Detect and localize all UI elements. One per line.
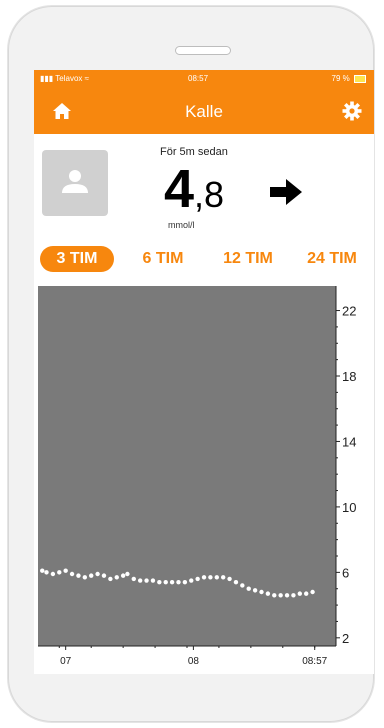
data-point (214, 575, 219, 580)
data-point (137, 578, 143, 583)
data-point (304, 591, 309, 596)
glucose-value-integer: 4 (164, 159, 195, 219)
data-point (82, 575, 88, 580)
data-point (220, 575, 226, 580)
tab-12-tim[interactable]: 12 TIM (210, 246, 286, 272)
battery-icon (354, 74, 366, 83)
data-point (233, 579, 239, 585)
battery-indicator: 79 % (332, 74, 366, 83)
data-point (169, 579, 175, 585)
app-screen: ▮▮▮ Telavox ≈ 08:57 79 % Kalle För 5m se… (34, 70, 374, 674)
data-point (144, 578, 149, 583)
glucose-unit: mmol/l (168, 220, 195, 230)
data-point (131, 576, 136, 582)
data-point (182, 579, 188, 585)
data-point (125, 571, 130, 577)
status-time: 08:57 (188, 74, 209, 83)
data-point (150, 578, 156, 583)
data-point (95, 571, 100, 577)
data-point (284, 593, 290, 598)
range-tabs: 3 TIM 6 TIM 12 TIM 24 TIM (34, 242, 374, 272)
data-point (57, 570, 62, 575)
data-point (278, 593, 283, 598)
y-tick-label: 2 (342, 631, 349, 646)
data-point (50, 571, 56, 577)
data-point (201, 575, 207, 580)
data-point (195, 576, 200, 582)
glucose-value-decimal: ,8 (194, 174, 225, 215)
data-point (163, 579, 168, 585)
data-point (63, 568, 68, 573)
data-point (114, 575, 119, 580)
data-point (291, 593, 296, 598)
data-point (89, 573, 94, 578)
reading-age: För 5m sedan (160, 146, 228, 158)
data-point (297, 591, 303, 596)
y-tick-label: 14 (342, 434, 356, 449)
y-tick-label: 10 (342, 500, 356, 515)
data-point (176, 579, 181, 585)
data-point (259, 589, 264, 595)
data-point (265, 591, 271, 596)
tab-6-tim[interactable]: 6 TIM (126, 246, 200, 272)
data-point (227, 576, 232, 582)
y-tick-label: 18 (342, 369, 356, 384)
signal-icon: ▮▮▮ (40, 74, 54, 83)
data-point (208, 575, 213, 580)
status-bar: ▮▮▮ Telavox ≈ 08:57 79 % (34, 70, 374, 88)
data-point (252, 588, 258, 593)
battery-percent: 79 % (331, 74, 350, 83)
data-point (310, 589, 315, 595)
data-point (246, 586, 251, 591)
carrier-label: ▮▮▮ Telavox ≈ (40, 74, 90, 83)
x-tick-label: 08:57 (302, 656, 327, 667)
data-point (108, 576, 113, 582)
person-icon (62, 170, 88, 193)
nav-bar: Kalle (34, 88, 374, 134)
x-tick-label: 08 (188, 656, 200, 667)
tab-24-tim[interactable]: 24 TIM (294, 246, 370, 272)
glucose-chart[interactable]: 22 18 14 10 6 2 07 08 08:57 (34, 286, 374, 674)
data-point (44, 570, 49, 575)
chart-plot-area (38, 286, 336, 646)
data-point (272, 593, 277, 598)
glucose-value: 4,8 (164, 162, 224, 216)
phone-frame: ▮▮▮ Telavox ≈ 08:57 79 % Kalle För 5m se… (8, 6, 374, 722)
data-point (69, 571, 75, 577)
tab-3-tim[interactable]: 3 TIM (40, 246, 114, 272)
y-tick-label: 22 (342, 304, 356, 319)
data-point (240, 583, 245, 588)
gear-icon[interactable] (342, 101, 362, 121)
x-tick-label: 07 (60, 656, 72, 667)
y-tick-label: 6 (342, 565, 349, 580)
data-point (120, 573, 126, 578)
wifi-icon: ≈ (84, 74, 90, 83)
data-point (40, 568, 45, 573)
data-point (101, 573, 107, 578)
page-title: Kalle (185, 102, 223, 121)
speaker-grille (175, 46, 231, 55)
data-point (157, 579, 162, 585)
arrow-right-icon (270, 179, 302, 205)
avatar[interactable] (42, 150, 108, 216)
data-point (189, 578, 194, 583)
glucose-chart-svg: 22 18 14 10 6 2 07 08 08:57 (38, 286, 356, 667)
data-point (76, 573, 81, 578)
